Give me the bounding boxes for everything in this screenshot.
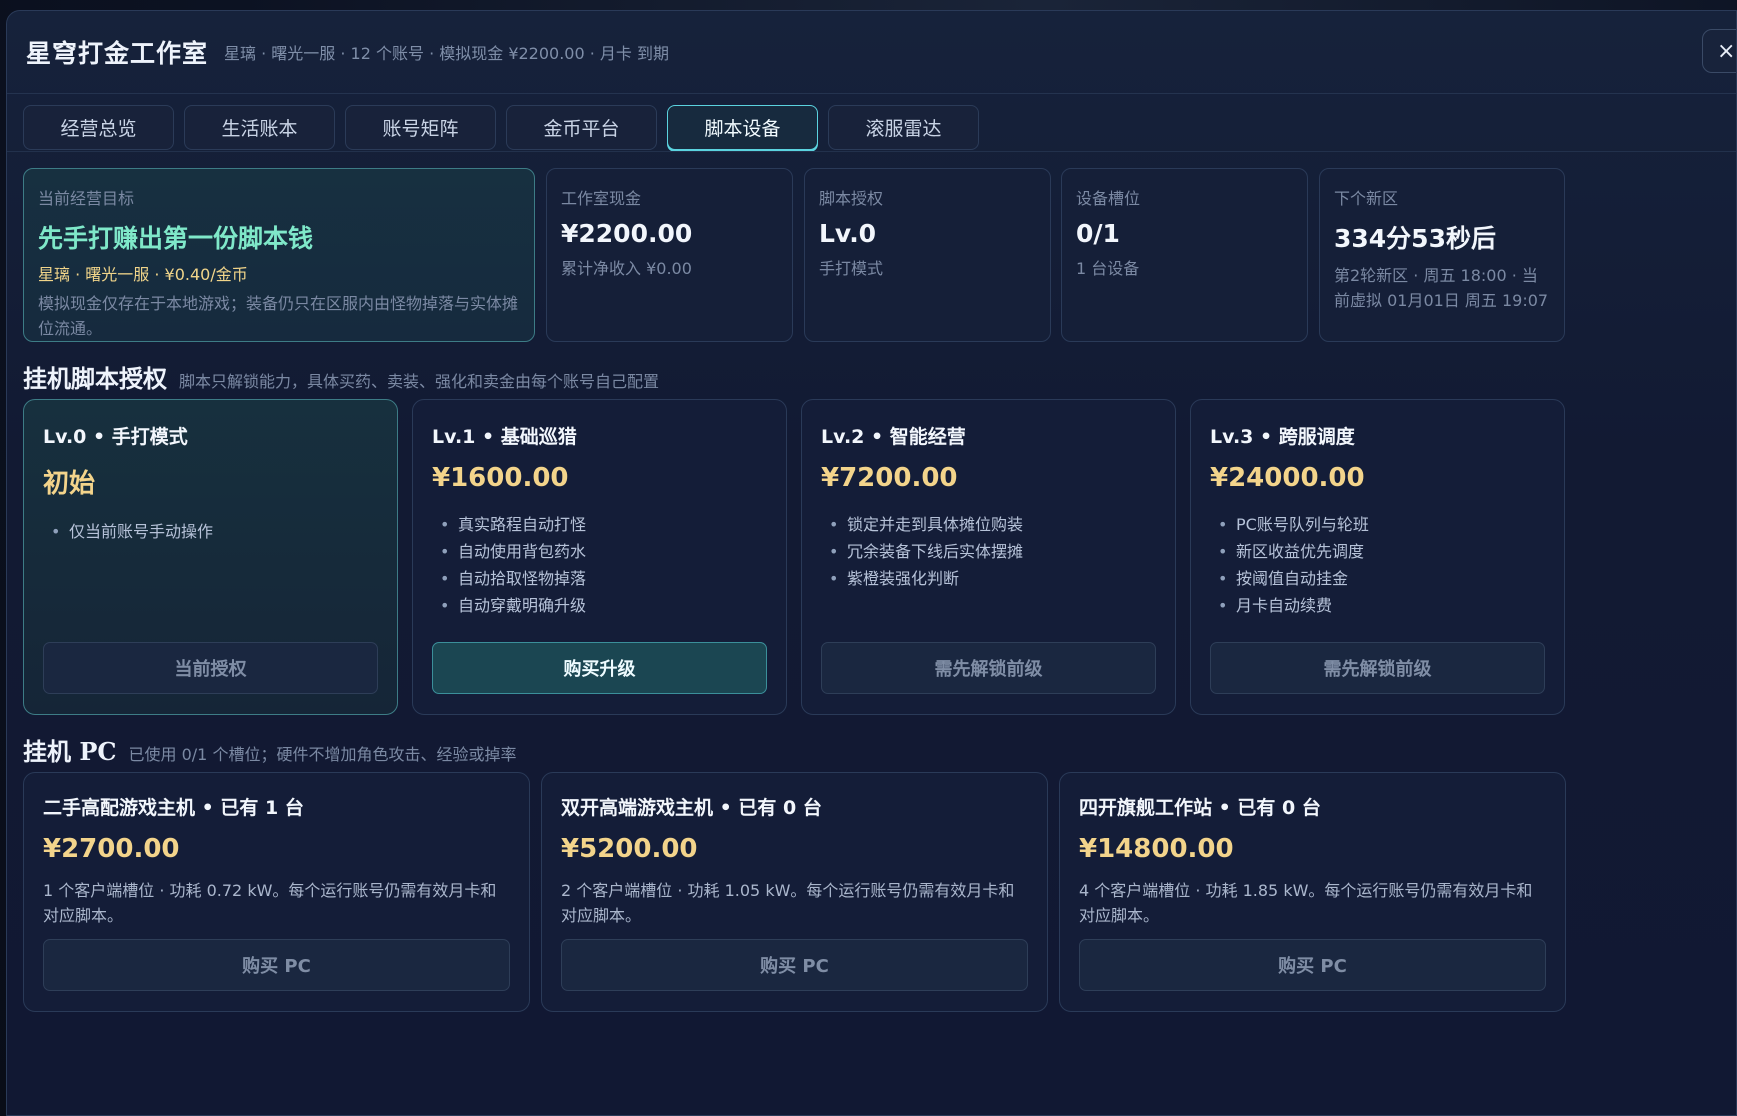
license-card-lv0: Lv.0 • 手打模式 初始 仅当前账号手动操作 当前授权 [23,399,398,715]
pc-section-title: 挂机 PC [23,737,117,766]
stat-value: 0/1 [1076,219,1120,248]
list-item: 自动穿戴明确升级 [432,592,767,619]
license-name: Lv.3 • 跨服调度 [1210,426,1355,448]
list-item: 紫橙装强化判断 [821,565,1156,592]
locked-upgrade-button[interactable]: 需先解锁前级 [821,642,1156,694]
pc-description: 1 个客户端槽位 · 功耗 0.72 kW。每个运行账号仍需有效月卡和对应脚本。 [43,881,497,925]
goal-title: 先手打赚出第一份脚本钱 [38,224,314,253]
modal-header: 星穹打金工作室 星璃 · 曙光一服 · 12 个账号 · 模拟现金 ¥2200.… [7,11,1736,94]
list-item: 月卡自动续费 [1210,592,1545,619]
stat-sub: 累计净收入 ¥0.00 [561,259,692,278]
pc-description: 2 个客户端槽位 · 功耗 1.05 kW。每个运行账号仍需有效月卡和对应脚本。 [561,881,1015,925]
studio-modal: 星穹打金工作室 星璃 · 曙光一服 · 12 个账号 · 模拟现金 ¥2200.… [6,10,1737,1116]
license-section-desc: 脚本只解锁能力，具体买药、卖装、强化和卖金由每个账号自己配置 [179,372,660,391]
pc-name: 四开旗舰工作站 • 已有 0 台 [1079,797,1321,819]
buy-pc-button[interactable]: 购买 PC [43,939,510,991]
stat-license: 脚本授权 Lv.0 手打模式 [804,168,1051,342]
close-icon: × [1717,38,1736,64]
list-item: 锁定并走到具体摊位购装 [821,511,1156,538]
tab-gold-platform[interactable]: 金币平台 [506,105,657,150]
stat-next-server: 下个新区 334分53秒后 第2轮新区 · 周五 18:00 · 当前虚拟 01… [1319,168,1565,342]
license-name: Lv.0 • 手打模式 [43,426,188,448]
stat-label: 设备槽位 [1076,189,1141,208]
license-features: 真实路程自动打怪 自动使用背包药水 自动拾取怪物掉落 自动穿戴明确升级 [432,511,767,619]
pc-name: 二手高配游戏主机 • 已有 1 台 [43,797,304,819]
pc-price: ¥14800.00 [1079,834,1234,864]
buy-pc-button[interactable]: 购买 PC [561,939,1028,991]
pc-description: 4 个客户端槽位 · 功耗 1.85 kW。每个运行账号仍需有效月卡和对应脚本。 [1079,881,1533,925]
license-name: Lv.2 • 智能经营 [821,426,966,448]
tab-ledger[interactable]: 生活账本 [184,105,335,150]
list-item: PC账号队列与轮班 [1210,511,1545,538]
license-price: ¥7200.00 [821,463,958,493]
list-item: 自动拾取怪物掉落 [432,565,767,592]
tab-overview[interactable]: 经营总览 [23,105,174,150]
stat-label: 工作室现金 [561,189,642,208]
license-features: 仅当前账号手动操作 [43,518,378,545]
license-name: Lv.1 • 基础巡猎 [432,426,577,448]
stat-device-slots: 设备槽位 0/1 1 台设备 [1061,168,1308,342]
goal-card: 当前经营目标 先手打赚出第一份脚本钱 星璃 · 曙光一服 · ¥0.40/金币 … [23,168,535,342]
pc-section-desc: 已使用 0/1 个槽位；硬件不增加角色攻击、经验或掉率 [128,745,517,764]
license-card-lv2: Lv.2 • 智能经营 ¥7200.00 锁定并走到具体摊位购装 冗余装备下线后… [801,399,1176,715]
stat-value: 334分53秒后 [1334,224,1496,253]
tab-bar: 经营总览 生活账本 账号矩阵 金币平台 脚本设备 滚服雷达 [23,105,979,150]
goal-description: 模拟现金仅存在于本地游戏；装备仍只在区服内由怪物掉落与实体摊位流通。 [38,294,519,338]
license-section-header: 挂机脚本授权 脚本只解锁能力，具体买药、卖装、强化和卖金由每个账号自己配置 [23,359,659,394]
tab-scripts-devices[interactable]: 脚本设备 [667,105,818,150]
tabs-divider [7,151,1736,152]
list-item: 新区收益优先调度 [1210,538,1545,565]
stat-cash: 工作室现金 ¥2200.00 累计净收入 ¥0.00 [546,168,793,342]
license-price: ¥24000.00 [1210,463,1365,493]
license-section-title: 挂机脚本授权 [23,364,167,393]
list-item: 真实路程自动打怪 [432,511,767,538]
stat-sub: 1 台设备 [1076,259,1140,278]
modal-title: 星穹打金工作室 [26,39,209,68]
pc-price: ¥5200.00 [561,834,698,864]
license-price: 初始 [43,469,96,499]
stat-label: 下个新区 [1334,189,1399,208]
close-button[interactable]: × [1702,29,1736,73]
license-card-lv1: Lv.1 • 基础巡猎 ¥1600.00 真实路程自动打怪 自动使用背包药水 自… [412,399,787,715]
pc-card-quad-workstation: 四开旗舰工作站 • 已有 0 台 ¥14800.00 4 个客户端槽位 · 功耗… [1059,772,1566,1012]
current-license-button[interactable]: 当前授权 [43,642,378,694]
stat-sub: 手打模式 [819,259,884,278]
stat-sub: 第2轮新区 · 周五 18:00 · 当前虚拟 01月01日 周五 19:07 [1334,266,1549,310]
tab-server-radar[interactable]: 滚服雷达 [828,105,979,150]
pc-section-header: 挂机 PC 已使用 0/1 个槽位；硬件不增加角色攻击、经验或掉率 [23,732,516,767]
stat-value: ¥2200.00 [561,219,693,248]
list-item: 仅当前账号手动操作 [43,518,378,545]
tab-accounts[interactable]: 账号矩阵 [345,105,496,150]
license-card-lv3: Lv.3 • 跨服调度 ¥24000.00 PC账号队列与轮班 新区收益优先调度… [1190,399,1565,715]
pc-price: ¥2700.00 [43,834,180,864]
pc-card-dual-gaming: 双开高端游戏主机 • 已有 0 台 ¥5200.00 2 个客户端槽位 · 功耗… [541,772,1048,1012]
goal-label: 当前经营目标 [38,189,135,208]
license-features: PC账号队列与轮班 新区收益优先调度 按阈值自动挂金 月卡自动续费 [1210,511,1545,619]
pc-name: 双开高端游戏主机 • 已有 0 台 [561,797,822,819]
modal-subtitle: 星璃 · 曙光一服 · 12 个账号 · 模拟现金 ¥2200.00 · 月卡 … [224,44,670,63]
list-item: 按阈值自动挂金 [1210,565,1545,592]
stat-label: 脚本授权 [819,189,884,208]
buy-pc-button[interactable]: 购买 PC [1079,939,1546,991]
list-item: 自动使用背包药水 [432,538,767,565]
list-item: 冗余装备下线后实体摆摊 [821,538,1156,565]
locked-upgrade-button[interactable]: 需先解锁前级 [1210,642,1545,694]
license-price: ¥1600.00 [432,463,569,493]
stat-value: Lv.0 [819,219,877,248]
license-features: 锁定并走到具体摊位购装 冗余装备下线后实体摆摊 紫橙装强化判断 [821,511,1156,592]
goal-server-price: 星璃 · 曙光一服 · ¥0.40/金币 [38,265,248,284]
pc-card-used-gaming: 二手高配游戏主机 • 已有 1 台 ¥2700.00 1 个客户端槽位 · 功耗… [23,772,530,1012]
buy-upgrade-button[interactable]: 购买升级 [432,642,767,694]
